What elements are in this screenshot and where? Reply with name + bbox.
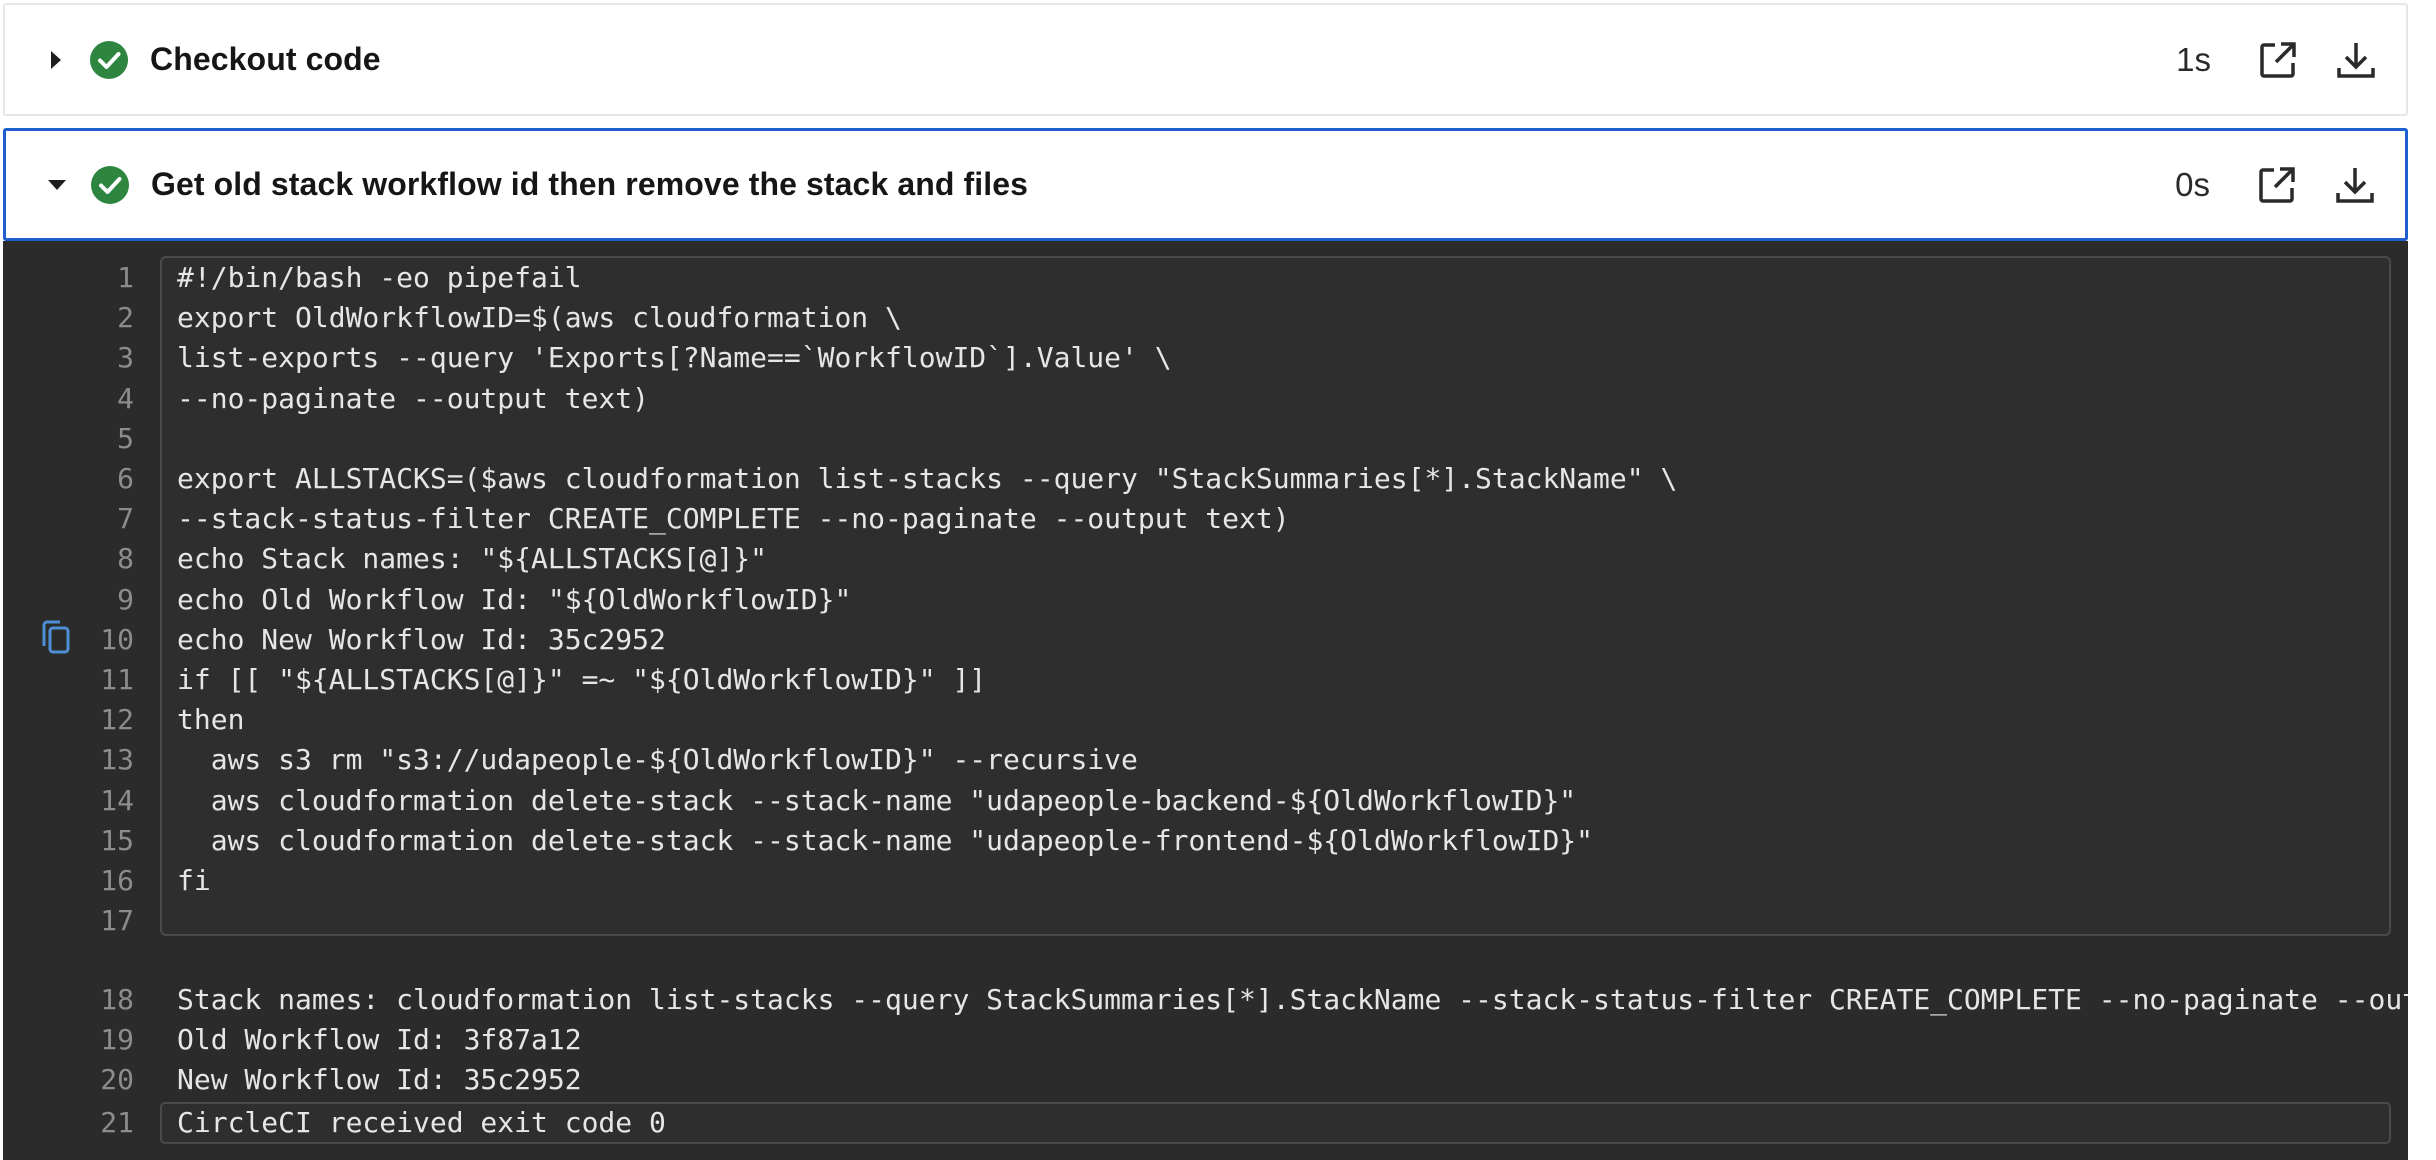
line-number: 11	[100, 663, 134, 696]
line-text: if [[ "${ALLSTACKS[@]}" =~ "${OldWorkflo…	[177, 663, 987, 696]
line-number: 9	[117, 582, 134, 616]
log-line: 17	[3, 901, 2408, 941]
caret-right-icon[interactable]	[43, 47, 69, 73]
line-text: export ALLSTACKS=($aws cloudformation li…	[177, 462, 1678, 495]
log-line: 3 list-exports --query 'Exports[?Name==`W…	[3, 338, 2408, 378]
line-number: 13	[100, 743, 134, 777]
log-line: 16 fi	[3, 861, 2408, 901]
check-circle-icon	[90, 40, 128, 79]
line-number: 1	[117, 261, 134, 294]
log-line: 12 then	[3, 700, 2408, 740]
line-text: CircleCI received exit code 0	[177, 1106, 666, 1139]
line-text: echo Old Workflow Id: "${OldWorkflowID}"	[177, 582, 852, 616]
log-line: 2 export OldWorkflowID=$(aws cloudformati…	[3, 298, 2408, 338]
line-number: 18	[100, 983, 134, 1016]
log-line: 21 CircleCI received exit code 0	[3, 1103, 2408, 1143]
job-steps-page: Checkout code 1s Get old stack workflow	[0, 0, 2436, 1160]
log-line: 8 echo Stack names: "${ALLSTACKS[@]}"	[3, 539, 2408, 579]
line-text: fi	[177, 864, 211, 897]
line-number: 12	[100, 703, 134, 737]
line-number: 16	[100, 864, 134, 897]
log-line: 9 echo Old Workflow Id: "${OldWorkflowID}…	[3, 580, 2408, 620]
line-number: 7	[117, 502, 134, 536]
line-number: 17	[100, 904, 134, 938]
log-line: 20 New Workflow Id: 35c2952	[3, 1060, 2408, 1100]
line-text: --no-paginate --output text)	[177, 381, 650, 415]
line-number: 14	[100, 783, 134, 817]
line-text: New Workflow Id: 35c2952	[177, 1063, 582, 1096]
line-text: aws cloudformation delete-stack --stack-…	[177, 823, 1594, 857]
log-line: 14 aws cloudformation delete-stack --sta…	[3, 781, 2408, 821]
line-number: 3	[117, 341, 134, 375]
line-number: 8	[117, 542, 134, 576]
log-line: 19 Old Workflow Id: 3f87a12	[3, 1020, 2408, 1060]
line-number: 21	[100, 1106, 134, 1139]
line-number: 5	[117, 421, 134, 455]
line-number: 2	[117, 301, 134, 335]
check-circle-icon	[91, 165, 129, 204]
log-line: 18 Stack names: cloudformation list-stack…	[3, 980, 2408, 1020]
line-text: echo New Workflow Id: 35c2952	[177, 622, 666, 656]
line-text: #!/bin/bash -eo pipefail	[177, 261, 582, 294]
line-text: --stack-status-filter CREATE_COMPLETE --…	[177, 502, 1290, 536]
line-number: 20	[100, 1063, 134, 1096]
line-number: 10	[100, 622, 134, 656]
log-line: 11 if [[ "${ALLSTACKS[@]}" =~ "${OldWorkf…	[3, 660, 2408, 700]
line-text: list-exports --query 'Exports[?Name==`Wo…	[177, 341, 1172, 375]
line-number: 4	[117, 381, 134, 415]
line-text: echo Stack names: "${ALLSTACKS[@]}"	[177, 542, 768, 576]
caret-down-icon[interactable]	[44, 172, 70, 198]
log-line: 4 --no-paginate --output text)	[3, 379, 2408, 419]
step-duration: 1s	[2176, 40, 2211, 78]
log-line: 13 aws s3 rm "s3://udapeople-${OldWorkfl…	[3, 740, 2408, 780]
line-text: aws cloudformation delete-stack --stack-…	[177, 783, 1577, 817]
log-line: 6 export ALLSTACKS=($aws cloudformation l…	[3, 459, 2408, 499]
line-number: 6	[117, 462, 134, 495]
open-in-new-icon[interactable]	[2256, 38, 2300, 82]
line-text: aws s3 rm "s3://udapeople-${OldWorkflowI…	[177, 743, 1138, 777]
line-number: 19	[100, 1023, 134, 1056]
log-line: 1 #!/bin/bash -eo pipefail	[3, 258, 2408, 298]
log-line: 7 --stack-status-filter CREATE_COMPLETE -…	[3, 499, 2408, 539]
log-line: 10 echo New Workflow Id: 35c2952	[3, 620, 2408, 660]
download-icon[interactable]	[2333, 163, 2377, 207]
line-text: export OldWorkflowID=$(aws cloudformatio…	[177, 301, 902, 335]
line-text: Old Workflow Id: 3f87a12	[177, 1023, 582, 1056]
step-checkout-code[interactable]: Checkout code 1s	[3, 3, 2408, 116]
step-title: Get old stack workflow id then remove th…	[151, 166, 1029, 202]
download-icon[interactable]	[2334, 38, 2378, 82]
line-text: Stack names: cloudformation list-stacks …	[177, 983, 2408, 1016]
step-log-output[interactable]: 1 #!/bin/bash -eo pipefail 2 export OldWork…	[3, 241, 2408, 1160]
step-remove-old-stack[interactable]: Get old stack workflow id then remove th…	[3, 128, 2408, 241]
line-number: 15	[100, 823, 134, 857]
log-line: 5	[3, 419, 2408, 459]
log-line: 15 aws cloudformation delete-stack --sta…	[3, 821, 2408, 861]
line-text: then	[177, 703, 245, 737]
step-duration: 0s	[2175, 165, 2210, 203]
step-title: Checkout code	[150, 41, 381, 77]
open-in-new-icon[interactable]	[2255, 163, 2299, 207]
